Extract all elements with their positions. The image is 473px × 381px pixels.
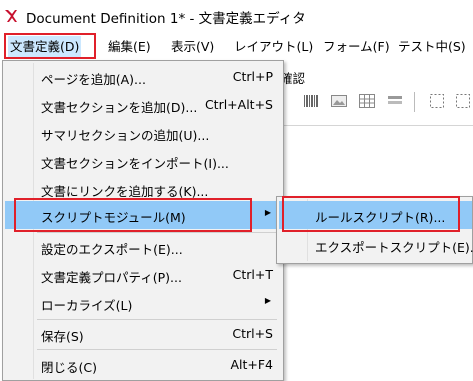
document-definition-dropdown: ページを追加(A)... Ctrl+P 文書セクションを追加(D)... Ctr…: [2, 60, 284, 381]
menu-item-label: 文書セクションを追加(D)...: [41, 100, 198, 115]
menu-document-definition[interactable]: 文書定義(D): [8, 36, 82, 57]
menu-item-shortcut: Ctrl+P: [232, 69, 273, 84]
menu-item-label: サマリセクションの追加(U)...: [41, 128, 210, 143]
menu-layout[interactable]: レイアウト(L): [232, 36, 315, 57]
toolbar: [270, 88, 473, 118]
menu-item-label: 閉じる(C): [41, 360, 97, 375]
menu-item-import-document-section[interactable]: 文書セクションをインポート(I)...: [5, 147, 281, 175]
menu-item-close[interactable]: 閉じる(C) Alt+F4: [5, 351, 281, 379]
menu-item-script-module[interactable]: スクリプトモジュール(M) ▶: [5, 201, 281, 229]
lines-icon[interactable]: [386, 92, 404, 110]
content-divider: [270, 125, 473, 126]
script-module-submenu: ルールスクリプト(R)... エクスポートスクリプト(E)...: [276, 196, 473, 264]
menu-form[interactable]: フォーム(F): [321, 36, 392, 57]
menu-item-shortcut: Ctrl+Alt+S: [204, 97, 273, 112]
menu-item-label: 保存(S): [41, 329, 84, 344]
menu-item-label: 文書定義プロパティ(P)...: [41, 270, 182, 285]
menu-item-export-settings[interactable]: 設定のエクスポート(E)...: [5, 233, 281, 261]
frame-icon[interactable]: [454, 92, 472, 110]
menu-item-save[interactable]: 保存(S) Ctrl+S: [5, 320, 281, 348]
table-icon[interactable]: [358, 92, 376, 110]
menu-separator: [37, 349, 277, 350]
app-icon: [3, 8, 19, 24]
toolbar-separator: [414, 92, 415, 112]
menu-item-localize[interactable]: ローカライズ(L) ▶: [5, 289, 281, 317]
menu-item-label: 文書セクションをインポート(I)...: [41, 156, 229, 171]
submenu-item-label: ルールスクリプト(R)...: [315, 210, 446, 225]
menu-item-label: ページを追加(A)...: [41, 72, 146, 87]
menu-item-add-document-section[interactable]: 文書セクションを追加(D)... Ctrl+Alt+S: [5, 91, 281, 119]
menu-item-label: スクリプトモジュール(M): [41, 210, 186, 225]
submenu-item-rule-script[interactable]: ルールスクリプト(R)...: [279, 201, 472, 229]
menu-item-label: ローカライズ(L): [41, 298, 133, 313]
menu-test[interactable]: テスト中(S): [396, 36, 468, 57]
submenu-item-export-script[interactable]: エクスポートスクリプト(E)...: [279, 231, 473, 259]
menu-item-shortcut: Ctrl+S: [232, 326, 273, 341]
menu-item-add-link[interactable]: 文書にリンクを追加する(K)...: [5, 175, 281, 203]
menu-item-label: 文書にリンクを追加する(K)...: [41, 184, 209, 199]
menu-item-add-summary-section[interactable]: サマリセクションの追加(U)...: [5, 119, 281, 147]
submenu-arrow-icon: ▶: [264, 208, 271, 217]
submenu-item-label: エクスポートスクリプト(E)...: [315, 240, 473, 255]
menu-item-add-page[interactable]: ページを追加(A)... Ctrl+P: [5, 63, 281, 91]
title-bar: Document Definition 1* - 文書定義エディタ: [0, 0, 473, 33]
barcode-icon[interactable]: [302, 92, 320, 110]
window-title: Document Definition 1* - 文書定義エディタ: [26, 11, 306, 27]
menu-item-shortcut: Alt+F4: [230, 357, 273, 372]
menu-item-document-definition-properties[interactable]: 文書定義プロパティ(P)... Ctrl+T: [5, 261, 281, 289]
menu-item-shortcut: Ctrl+T: [232, 267, 273, 282]
image-icon[interactable]: [330, 92, 348, 110]
submenu-arrow-icon: ▶: [264, 296, 271, 305]
menu-view[interactable]: 表示(V): [169, 36, 216, 57]
menu-edit[interactable]: 編集(E): [106, 36, 153, 57]
menu-bar: 文書定義(D) 編集(E) 表示(V) レイアウト(L) フォーム(F) テスト…: [0, 33, 473, 60]
menu-item-label: 設定のエクスポート(E)...: [41, 242, 183, 257]
select-frame-icon[interactable]: [428, 92, 446, 110]
